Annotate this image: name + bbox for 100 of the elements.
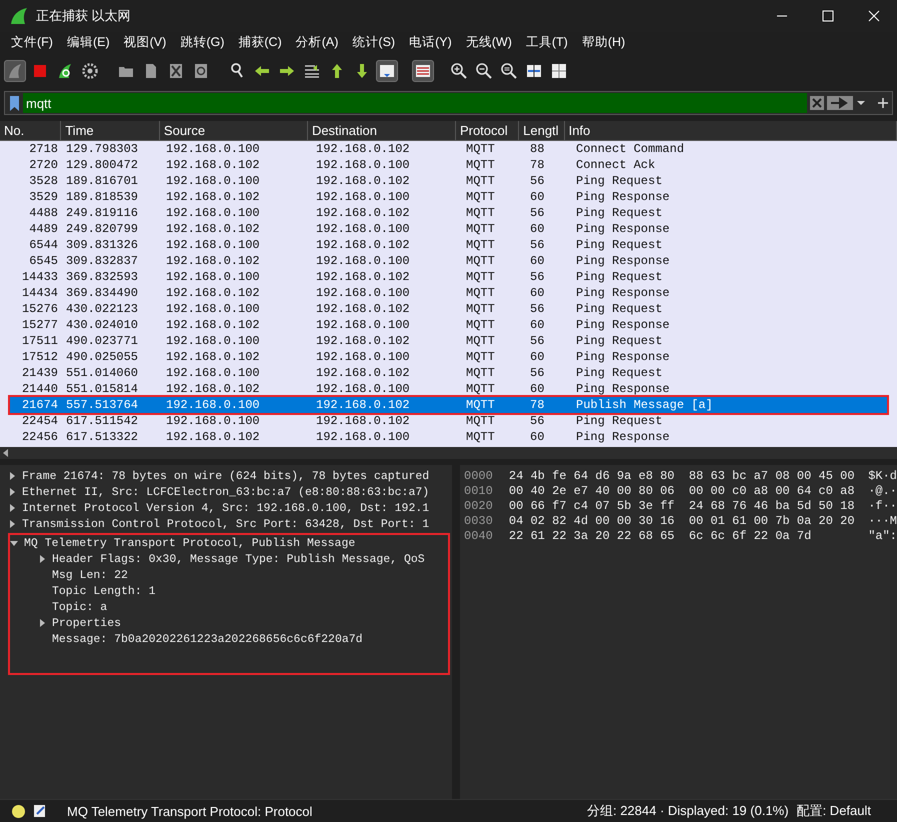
collapse-icon[interactable] [10, 539, 18, 547]
table-cell-text: MQTT [465, 317, 496, 333]
table-cell-text: 430.022123 [65, 301, 140, 317]
tree-item[interactable]: Message: 7b0a20202261223a202268656c6c6f220a7d [52, 632, 363, 646]
scroll-left-icon[interactable] [2, 448, 10, 458]
menu-item[interactable]: 帮助(H) [574, 34, 632, 50]
tree-item[interactable]: Ethernet II, Src: LCFCElectron_63:bc:a7 (e8:80:88:63:bc:a7) [22, 486, 430, 498]
table-cell-text: 192.168.0.100 [165, 205, 261, 221]
column-header[interactable]: Lengtl [519, 121, 565, 140]
toolbar-button[interactable] [376, 60, 398, 82]
tree-item[interactable]: Transmission Control Protocol, Src Port: 63428, Dst Port: 1 [22, 518, 430, 530]
tree-item[interactable]: Header Flags: 0x30, Message Type: Publish Message, QoS [52, 552, 425, 566]
packet-row[interactable]: 21674 557.513764 192.168.0.100 192.168.0.102 MQTT 78 Publish Message [a] [10, 397, 887, 413]
table-cell-text: 192.168.0.100 [165, 237, 261, 253]
packet-row[interactable]: 17511 490.023771 192.168.0.100 192.168.0.102 MQTT 56 Ping Request [0, 333, 897, 349]
menu-item[interactable]: 编辑(E) [60, 34, 117, 50]
packet-row[interactable]: 21440 551.015814 192.168.0.102 192.168.0.100 MQTT 60 Ping Response [0, 381, 897, 397]
table-cell-text: MQTT [465, 365, 496, 381]
status-dot[interactable] [12, 804, 25, 818]
profile-label[interactable]: 配置: Default [796, 802, 871, 820]
bookmark-icon[interactable] [10, 96, 18, 110]
menu-item[interactable]: 电话(Y) [402, 34, 459, 50]
menu-item[interactable]: 无线(W) [458, 34, 519, 50]
column-header[interactable]: Protocol [456, 121, 520, 140]
ascii-text: $K·d [868, 469, 897, 484]
expand-icon[interactable] [8, 504, 16, 512]
ascii-text: ···M [868, 514, 897, 529]
packet-row[interactable]: 14434 369.834490 192.168.0.102 192.168.0.100 MQTT 60 Ping Response [0, 285, 897, 301]
tree-item[interactable]: Internet Protocol Version 4, Src: 192.168.0.100, Dst: 192.1 [22, 502, 430, 514]
table-cell-text: Ping Request [575, 413, 664, 429]
table-cell-text: MQTT [465, 333, 496, 349]
table-cell-text: 60 [529, 189, 546, 205]
table-cell-text: 14433 [20, 269, 59, 285]
menu-item[interactable]: 分析(A) [288, 34, 346, 50]
table-cell-text: 21439 [20, 365, 59, 381]
packet-row[interactable]: 15276 430.022123 192.168.0.100 192.168.0.102 MQTT 56 Ping Request [0, 301, 897, 317]
column-header[interactable]: Info [564, 121, 897, 140]
table-cell-text: MQTT [465, 237, 496, 253]
column-header[interactable]: Destination [308, 121, 456, 140]
jump-icon [303, 62, 321, 80]
menu-item[interactable]: 跳转(G) [173, 34, 232, 50]
table-cell-text: 192.168.0.102 [315, 397, 411, 413]
expand-icon[interactable] [8, 488, 16, 496]
table-cell-text: MQTT [465, 221, 496, 237]
tree-item[interactable]: Topic: a [52, 600, 108, 614]
menu-item[interactable]: 文件(F) [4, 34, 60, 50]
column-header[interactable]: Source [160, 121, 308, 140]
expand-icon[interactable] [38, 555, 46, 563]
packet-row[interactable]: 22454 617.511542 192.168.0.100 192.168.0.102 MQTT 56 Ping Request [0, 413, 897, 429]
packet-row[interactable]: 6545 309.832837 192.168.0.102 192.168.0.100 MQTT 60 Ping Response [0, 253, 897, 269]
tree-item[interactable]: Frame 21674: 78 bytes on wire (624 bits), 78 bytes captured [22, 470, 430, 482]
table-cell-text: 78 [529, 397, 546, 413]
table-cell-text: 309.832837 [65, 253, 140, 269]
table-cell-text: 192.168.0.102 [315, 365, 411, 381]
tree-item[interactable]: MQ Telemetry Transport Protocol, Publish Message [24, 536, 356, 550]
table-cell-text: Ping Response [575, 349, 671, 365]
tree-item[interactable]: Properties [52, 616, 122, 630]
packet-row[interactable]: 2718 129.798303 192.168.0.100 192.168.0.102 MQTT 88 Connect Command [0, 141, 897, 157]
dropdown-icon[interactable] [856, 99, 866, 107]
tree-item[interactable]: Topic Length: 1 [52, 584, 156, 598]
toolbar-button[interactable] [412, 60, 434, 82]
menu-item[interactable]: 捕获(C) [231, 34, 289, 50]
table-cell-text: 192.168.0.102 [315, 333, 411, 349]
table-cell-text: 60 [529, 429, 546, 445]
packet-row[interactable]: 21439 551.014060 192.168.0.100 192.168.0.102 MQTT 56 Ping Request [0, 365, 897, 381]
column-header[interactable]: Time [61, 121, 160, 140]
window-title: 正在捕获 以太网 [36, 7, 131, 25]
hex-bytes: 04 02 82 4d 00 00 30 16 00 01 61 00 7b 0a 20 20 [508, 514, 856, 529]
status-text: MQ Telemetry Transport Protocol: Protocol [67, 804, 312, 818]
add-icon[interactable] [877, 97, 889, 109]
packet-row[interactable]: 6544 309.831326 192.168.0.100 192.168.0.102 MQTT 56 Ping Request [0, 237, 897, 253]
table-cell-text: 192.168.0.102 [315, 413, 411, 429]
packet-row[interactable]: 4489 249.820799 192.168.0.102 192.168.0.100 MQTT 60 Ping Response [0, 221, 897, 237]
expand-icon[interactable] [8, 520, 16, 528]
packet-row[interactable]: 4488 249.819116 192.168.0.100 192.168.0.102 MQTT 56 Ping Request [0, 205, 897, 221]
expand-icon[interactable] [38, 619, 46, 627]
packet-row[interactable]: 15277 430.024010 192.168.0.102 192.168.0.100 MQTT 60 Ping Response [0, 317, 897, 333]
note-icon[interactable] [33, 804, 47, 818]
table-cell-text: 192.168.0.100 [315, 429, 411, 445]
expand-icon[interactable] [8, 472, 16, 480]
hex-bytes: 00 66 f7 c4 07 5b 3e ff 24 68 76 46 ba 5d 50 18 [508, 499, 856, 514]
menu-item[interactable]: 视图(V) [116, 34, 174, 50]
filter-field[interactable]: mqtt [4, 91, 893, 115]
column-header[interactable]: No. [0, 121, 62, 140]
menu-item[interactable]: 工具(T) [518, 34, 575, 50]
menu-item[interactable]: 统计(S) [345, 34, 402, 50]
tree-item[interactable]: Msg Len: 22 [52, 568, 128, 582]
table-cell-text: 129.798303 [65, 141, 140, 157]
packet-row[interactable]: 14433 369.832593 192.168.0.100 192.168.0.102 MQTT 56 Ping Request [0, 269, 897, 285]
packet-row[interactable]: 17512 490.025055 192.168.0.102 192.168.0.100 MQTT 60 Ping Response [0, 349, 897, 365]
packet-row[interactable]: 2720 129.800472 192.168.0.102 192.168.0.100 MQTT 78 Connect Ack [0, 157, 897, 173]
table-cell-text: Publish Message [a] [575, 397, 714, 413]
table-cell-text: 6544 [28, 237, 59, 253]
packet-row[interactable]: 3528 189.816701 192.168.0.100 192.168.0.102 MQTT 56 Ping Request [0, 173, 897, 189]
table-cell-text: Ping Response [575, 285, 671, 301]
packet-row[interactable]: 3529 189.818539 192.168.0.102 192.168.0.100 MQTT 60 Ping Response [0, 189, 897, 205]
table-cell-text: 88 [529, 141, 546, 157]
table-cell-text: MQTT [465, 413, 496, 429]
clear-icon[interactable] [810, 96, 824, 110]
packet-row[interactable]: 22456 617.513322 192.168.0.102 192.168.0.100 MQTT 60 Ping Response [0, 429, 897, 445]
